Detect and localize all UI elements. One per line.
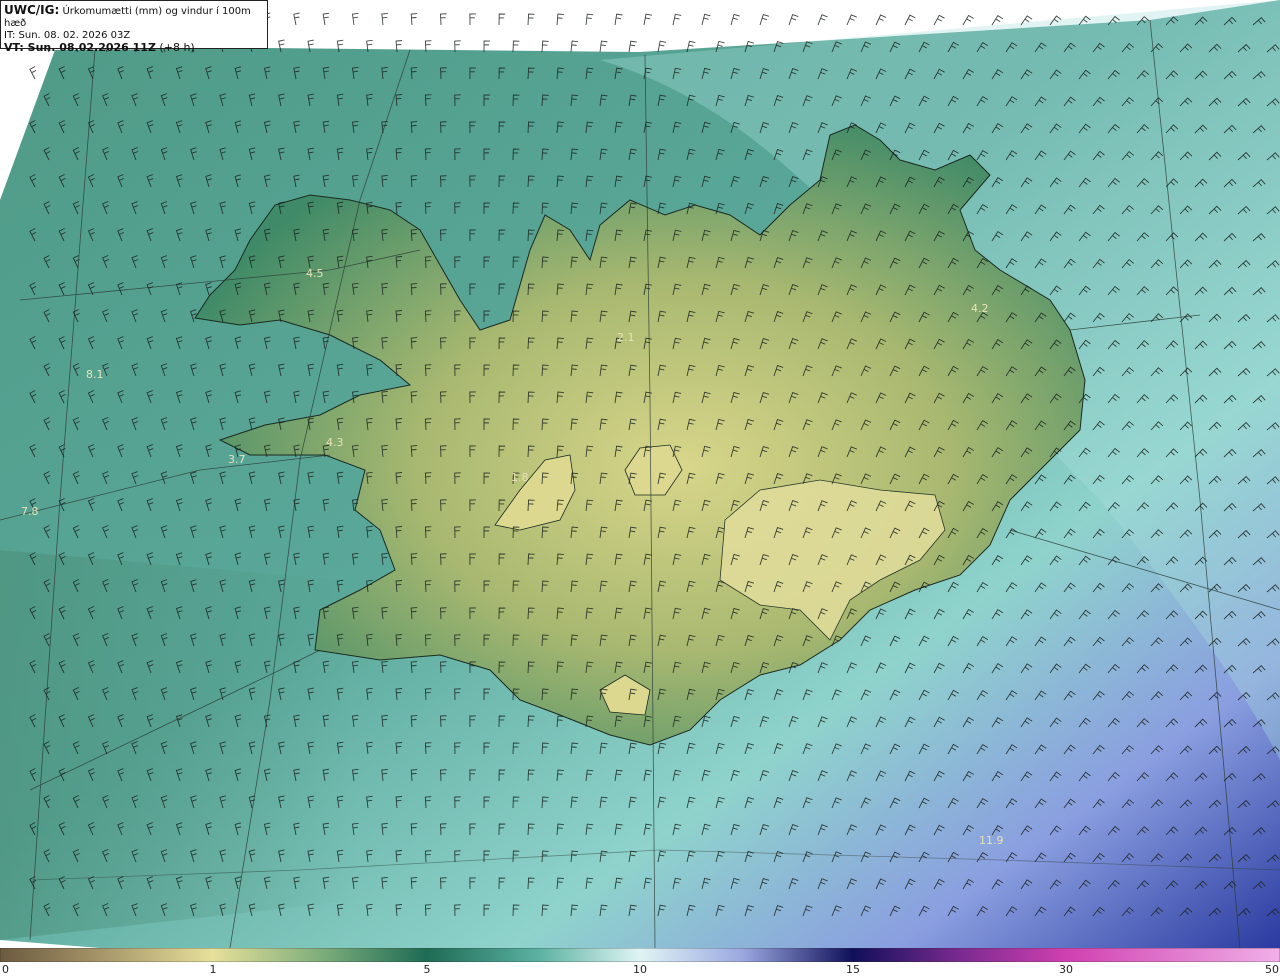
model-name: UWC/IG: (4, 3, 60, 17)
value-snaefellsnes-north: 4.3 (326, 436, 344, 449)
value-southeast-sea: 11.9 (979, 834, 1004, 847)
valid-time: VT: Sun. 08.02.2026 11Z (4, 41, 156, 54)
forecast-map: 4.5 8.1 4.3 3.7 7.8 2.1 1.8 4.2 11.9 (0, 0, 1280, 948)
value-langjokull: 1.8 (511, 471, 529, 484)
valid-time-line: VT: Sun. 08.02.2026 11Z (+8 h) (4, 42, 267, 54)
lead-time: (+8 h) (155, 41, 195, 54)
value-east: 4.2 (971, 302, 989, 315)
legend-tick-15: 15 (846, 963, 860, 976)
legend-tick-5: 5 (423, 963, 431, 976)
color-legend (0, 948, 1280, 962)
value-west-sea: 8.1 (86, 368, 104, 381)
legend-tick-1: 1 (209, 963, 217, 976)
value-snaefellsnes-west: 3.7 (228, 453, 246, 466)
title-box: UWC/IG: Úrkomumætti (mm) og vindur í 100… (0, 0, 268, 54)
value-westfjords: 4.5 (306, 267, 324, 280)
legend-tick-0: 0 (2, 963, 9, 976)
legend-tick-50: 50 (1265, 963, 1279, 976)
value-north: 2.1 (617, 331, 635, 344)
title-line: UWC/IG: Úrkomumætti (mm) og vindur í 100… (4, 4, 267, 30)
value-southwest-sea: 7.8 (21, 505, 39, 518)
legend-tick-30: 30 (1059, 963, 1073, 976)
legend-tick-10: 10 (633, 963, 647, 976)
